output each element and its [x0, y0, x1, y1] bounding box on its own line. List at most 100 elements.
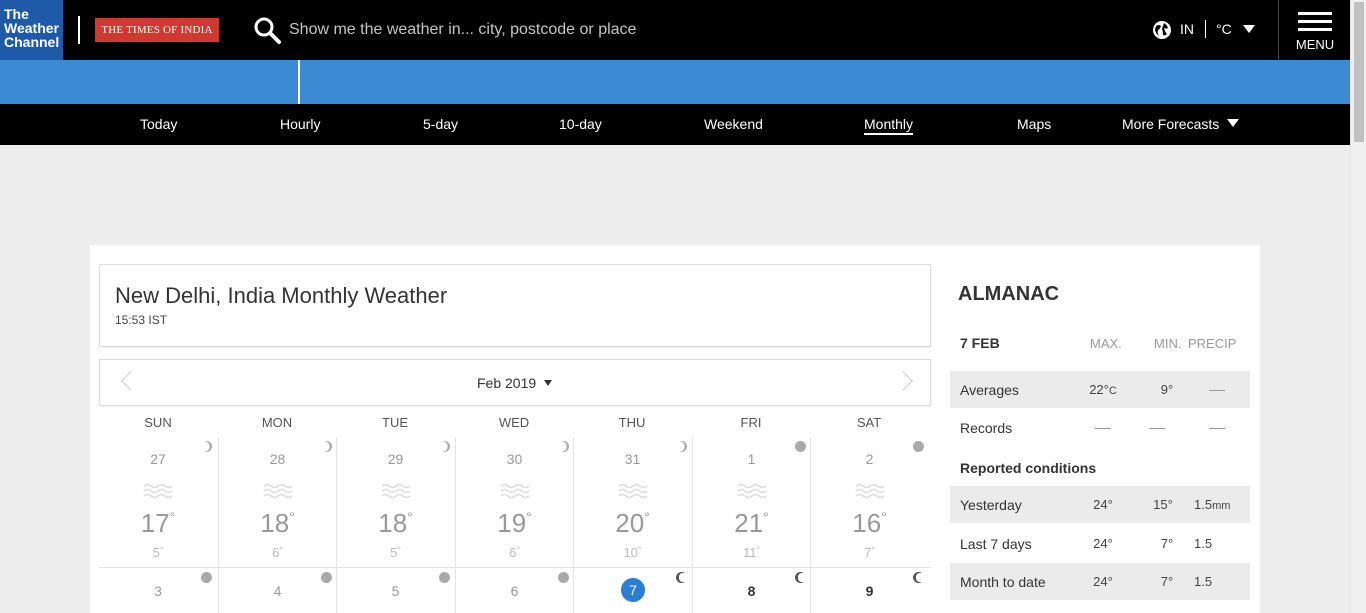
- nav-5-day[interactable]: 5-day: [423, 116, 458, 132]
- records-row: Records: [950, 409, 1250, 446]
- high-temp-value: 18: [260, 508, 290, 538]
- averages-row: Averages 22°C 9°: [950, 371, 1250, 408]
- calendar-date: 28: [269, 451, 286, 467]
- caret-down-icon: [544, 380, 553, 386]
- unit-selector[interactable]: °C: [1216, 21, 1232, 37]
- last-7-days-precip: 1.5: [1194, 536, 1213, 551]
- hamburger-icon-bar: [1298, 20, 1332, 23]
- degree-symbol: °: [159, 545, 164, 555]
- title-card: New Delhi, India Monthly Weather 15:53 I…: [99, 264, 931, 347]
- low-temp: 6°: [456, 545, 573, 560]
- moon-phase-icon: [321, 572, 332, 583]
- next-month-icon[interactable]: [893, 371, 913, 391]
- calendar-day-cell[interactable]: 9: [810, 568, 928, 613]
- calendar-day-cell[interactable]: 4: [218, 568, 336, 613]
- calendar-day-cell[interactable]: 7: [573, 568, 691, 613]
- degree-symbol: °: [763, 509, 769, 525]
- haze-icon: [381, 483, 411, 499]
- calendar-date: 1: [747, 451, 756, 467]
- hamburger-icon: [1298, 12, 1332, 15]
- high-temp-value: 21: [734, 508, 764, 538]
- records-max: [1078, 420, 1128, 435]
- nav-maps[interactable]: Maps: [1017, 116, 1051, 132]
- averages-max: 22°C: [1078, 382, 1128, 397]
- calendar-day-cell[interactable]: 3: [99, 568, 217, 613]
- low-temp: 6°: [219, 545, 336, 560]
- degree-symbol: °: [279, 545, 283, 555]
- high-temp: 19°: [456, 508, 573, 539]
- hamburger-icon-bar: [1298, 28, 1332, 31]
- logo-line-1: The: [4, 6, 29, 22]
- yesterday-label: Yesterday: [960, 497, 1022, 513]
- calendar-day-cell[interactable]: 28 18 ° 6°: [218, 437, 336, 567]
- menu-button[interactable]: MENU: [1278, 0, 1350, 60]
- degree-symbol: °: [881, 509, 887, 525]
- haze-icon: [737, 483, 767, 499]
- top-header: The Weather Channel THE TIMES OF INDIA I…: [0, 0, 1366, 60]
- low-temp: 11°: [693, 545, 810, 560]
- forecast-nav: Today Hourly 5-day 10-day Weekend Monthl…: [0, 104, 1350, 145]
- month-dropdown[interactable]: Feb 2019: [477, 375, 553, 391]
- region-selector[interactable]: IN: [1180, 21, 1194, 37]
- calendar-day-cell[interactable]: 30 19° 6°: [455, 437, 573, 567]
- caret-down-icon[interactable]: [1243, 25, 1255, 33]
- moon-phase-icon: [913, 572, 924, 583]
- nav-more-forecasts[interactable]: More Forecasts: [1122, 116, 1240, 132]
- nav-monthly[interactable]: Monthly: [864, 116, 914, 135]
- nav-weekend[interactable]: Weekend: [704, 116, 763, 132]
- calendar-day-cell[interactable]: 6: [455, 568, 573, 613]
- low-temp: 5°: [99, 545, 217, 560]
- degree-symbol: °: [169, 509, 176, 525]
- globe-icon[interactable]: [1152, 20, 1172, 40]
- degree-symbol: °: [871, 545, 875, 555]
- almanac-title: ALMANAC: [958, 283, 1060, 305]
- averages-max-value: 22°: [1089, 382, 1109, 397]
- nav-today[interactable]: Today: [140, 116, 177, 132]
- scrollbar-thumb[interactable]: [1354, 2, 1364, 142]
- low-temp: 10°: [574, 545, 691, 560]
- month-to-date-label: Month to date: [960, 574, 1046, 590]
- calendar-date: 27: [150, 451, 166, 467]
- calendar-day-cell[interactable]: 5: [336, 568, 454, 613]
- low-temp: 5°: [337, 545, 454, 560]
- search-icon[interactable]: [253, 16, 281, 44]
- page-scrollbar[interactable]: [1350, 0, 1366, 613]
- calendar-day-cell[interactable]: 29 18° 5°: [336, 437, 454, 567]
- search-input[interactable]: [289, 16, 789, 44]
- last-7-days-label: Last 7 days: [960, 536, 1032, 552]
- yesterday-precip: 1.5mm: [1194, 497, 1254, 512]
- nav-10-day[interactable]: 10-day: [559, 116, 602, 132]
- low-temp: 7°: [811, 545, 928, 560]
- yesterday-precip-unit: mm: [1212, 500, 1231, 512]
- prev-month-icon[interactable]: [121, 371, 141, 391]
- col-max: MAX.: [1090, 336, 1122, 351]
- logo-line-3: Channel: [4, 34, 60, 50]
- empty-dash: [1209, 428, 1225, 430]
- averages-max-unit: C: [1108, 385, 1117, 397]
- averages-min: 9°: [1160, 382, 1174, 397]
- weekday-thu: THU: [618, 415, 646, 430]
- calendar-day-cell[interactable]: 8: [692, 568, 810, 613]
- calendar-day-cell[interactable]: 27 17° 5°: [99, 437, 217, 567]
- weather-channel-logo[interactable]: The Weather Channel: [0, 0, 63, 60]
- high-temp-value: 16: [852, 508, 882, 538]
- haze-icon: [618, 483, 648, 499]
- calendar-day-cell[interactable]: 1 21° 11°: [692, 437, 810, 567]
- location-band-divider: [298, 60, 300, 104]
- today-date-marker: 7: [621, 578, 645, 602]
- calendar-day-cell[interactable]: 31 20° 10°: [573, 437, 691, 567]
- empty-dash: [1209, 390, 1225, 392]
- calendar-date: 3: [154, 583, 162, 599]
- col-min: MIN.: [1154, 336, 1182, 351]
- yesterday-row: Yesterday 24° 15° 1.5mm: [950, 486, 1250, 523]
- calendar-day-cell[interactable]: 2 16° 7°: [810, 437, 928, 567]
- month-selector-bar: Feb 2019: [99, 359, 931, 406]
- nav-hourly[interactable]: Hourly: [280, 116, 320, 132]
- calendar-date: 30: [506, 451, 523, 467]
- weekday-fri: FRI: [740, 415, 762, 430]
- yesterday-max: 24°: [1093, 497, 1113, 512]
- haze-icon: [855, 483, 885, 499]
- haze-icon: [500, 483, 530, 499]
- haze-icon: [143, 483, 173, 499]
- times-of-india-logo[interactable]: THE TIMES OF INDIA: [95, 18, 219, 42]
